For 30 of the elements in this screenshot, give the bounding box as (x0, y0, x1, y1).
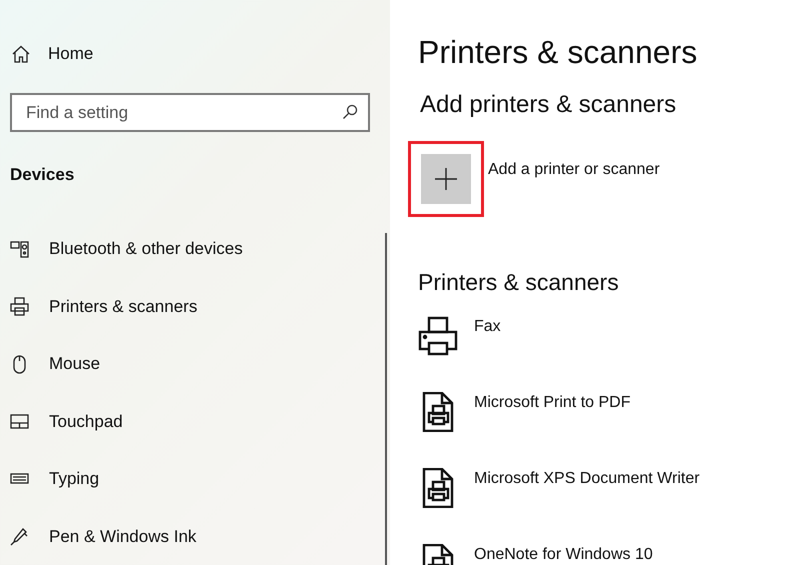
section-heading: Devices (10, 164, 76, 186)
sidebar-item[interactable]: Pen & Windows Ink (0, 508, 390, 565)
search-field[interactable]: Find a setting (10, 93, 370, 132)
printer-item[interactable]: Microsoft Print to PDF (418, 388, 800, 464)
touchpad-icon (10, 412, 29, 431)
sidebar-item[interactable]: Bluetooth & other devices (0, 220, 390, 278)
printer-item[interactable]: Fax (418, 312, 800, 388)
search-icon (342, 104, 358, 120)
sidebar-item[interactable]: Typing (0, 450, 390, 508)
add-button[interactable] (421, 154, 471, 204)
printer-icon (418, 316, 458, 356)
printer-icon (10, 297, 29, 316)
plus-icon (435, 168, 457, 190)
keyboard-speaker-icon (10, 240, 29, 259)
section-heading: Add printers & scanners (420, 90, 678, 120)
home-link[interactable]: Home (0, 43, 390, 65)
sidebar-item[interactable]: Mouse (0, 335, 390, 393)
sidebar-item[interactable]: Printers & scanners (0, 278, 390, 336)
printer-name: Microsoft XPS Document Writer (474, 468, 700, 488)
printer-item[interactable]: Microsoft XPS Document Writer (418, 464, 800, 540)
add-printer-label[interactable]: Add a printer or scanner (488, 158, 660, 182)
home-icon (12, 45, 30, 63)
printer-name: Microsoft Print to PDF (474, 392, 630, 412)
section-heading: Printers & scanners (418, 268, 620, 297)
pen-icon (10, 526, 29, 546)
page-title: Printers & scanners (418, 33, 698, 72)
printer-name: Fax (474, 316, 501, 336)
printer-item[interactable]: OneNote for Windows 10 (418, 540, 800, 565)
printer-name: OneNote for Windows 10 (474, 544, 653, 564)
sidebar-item[interactable]: Touchpad (0, 392, 390, 450)
